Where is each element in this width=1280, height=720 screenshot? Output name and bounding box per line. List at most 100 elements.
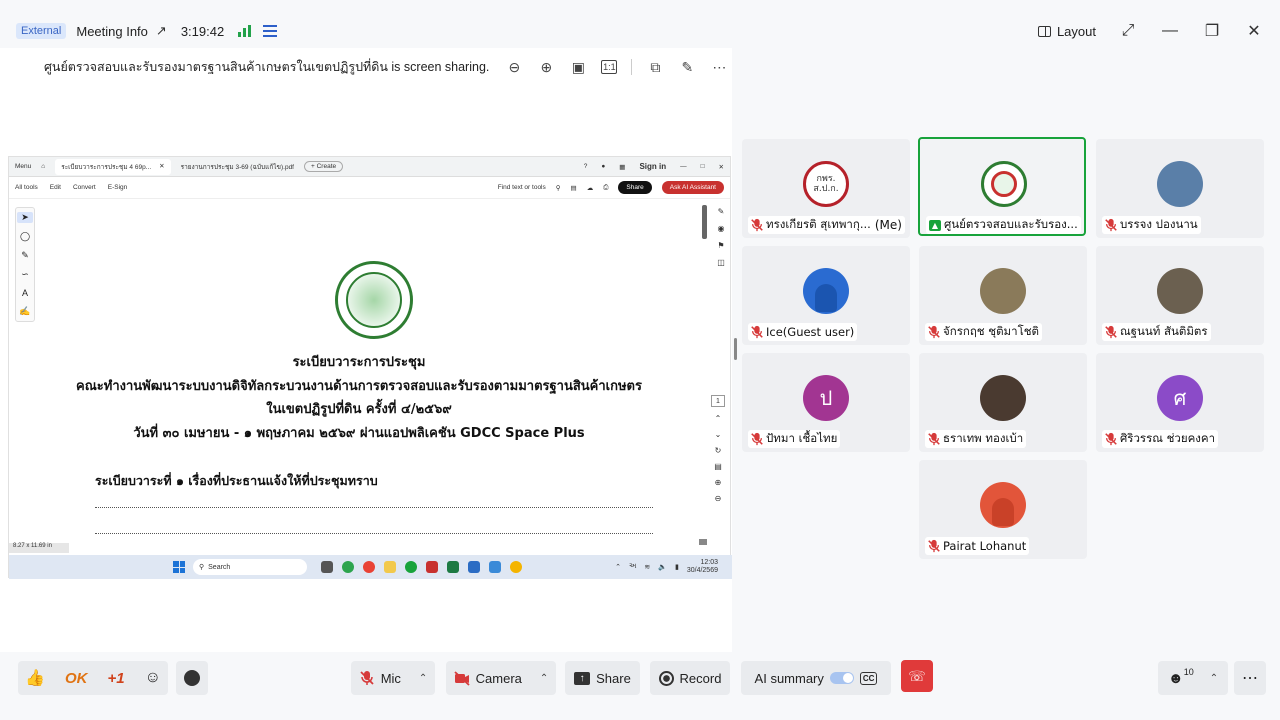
meeting-app-icon[interactable] xyxy=(405,561,417,573)
emoji-icon[interactable]: ☺ xyxy=(145,669,161,687)
share-link-icon[interactable]: ↗ xyxy=(156,23,167,39)
create-button[interactable]: + Create xyxy=(304,161,344,172)
participant-tile[interactable]: Pairat Lohanut xyxy=(919,460,1087,559)
annotate-icon[interactable]: ✎ xyxy=(678,58,696,76)
pdf-tab-active[interactable]: ระเบียบวาระการประชุม 4 69p... ✕ xyxy=(55,158,171,175)
apps-grid-icon[interactable]: ▦ xyxy=(619,163,625,171)
tray-chevron-icon[interactable]: ⌃ xyxy=(615,563,621,571)
print-icon[interactable]: ⎙ xyxy=(603,184,608,192)
participant-tile[interactable]: บรรจง ปองนาน xyxy=(1096,139,1264,238)
participant-tile[interactable]: ณฐนนท์ สันติมิตร xyxy=(1096,246,1264,345)
volume-icon[interactable]: 🔈 xyxy=(658,563,667,571)
pages-icon[interactable]: ◫ xyxy=(717,258,725,267)
participant-tile[interactable]: Ice(Guest user) xyxy=(742,246,910,345)
comment-icon[interactable]: ◯ xyxy=(20,231,30,242)
taskview-icon[interactable] xyxy=(321,561,333,573)
photos-icon[interactable] xyxy=(489,561,501,573)
pdf-tab-inactive[interactable]: รายงานการประชุม 3-69 (ฉบับแก้ไข).pdf xyxy=(181,162,294,172)
ai-assistant-button[interactable]: Ask AI Assistant xyxy=(661,181,724,194)
find-text-button[interactable]: Find text or tools xyxy=(498,184,546,191)
menu-convert[interactable]: Convert xyxy=(73,184,96,191)
more-options-icon[interactable]: ⋯ xyxy=(710,58,728,76)
sign-icon[interactable]: ✍ xyxy=(19,306,30,317)
meeting-details-icon[interactable] xyxy=(263,25,278,37)
participant-tile[interactable]: ศศิริวรรณ ช่วยคงคา xyxy=(1096,353,1264,452)
participant-tile[interactable]: ปปัทมา เชื้อไทย xyxy=(742,353,910,452)
battery-icon[interactable]: ▮ xyxy=(675,563,679,571)
participant-tile[interactable]: กพร. ส.ป.ก. ทรงเกียรติ สุเทพากุ... (Me) xyxy=(742,139,910,238)
browser-icon[interactable] xyxy=(510,561,522,573)
edge-icon[interactable] xyxy=(342,561,354,573)
upload-icon[interactable]: ☁ xyxy=(587,184,594,192)
outlook-icon[interactable] xyxy=(468,561,480,573)
pdf-zoom-out-icon[interactable]: ⊖ xyxy=(715,494,722,503)
ai-summary-toggle[interactable] xyxy=(829,672,854,684)
thumbs-up-icon[interactable]: 👍 xyxy=(25,668,45,688)
text-box-icon[interactable]: A xyxy=(22,288,28,298)
participants-button[interactable]: ☻ 10 ⌃ xyxy=(1158,661,1228,695)
folder-icon[interactable] xyxy=(384,561,396,573)
zoom-in-icon[interactable]: ⊕ xyxy=(537,58,555,76)
language-icon[interactable]: અ xyxy=(629,563,636,571)
restore-icon[interactable]: ❐ xyxy=(1202,21,1222,41)
draw-icon[interactable]: ∽ xyxy=(21,269,29,280)
menu-edit[interactable]: Edit xyxy=(50,184,61,191)
original-size-icon[interactable]: 1:1 xyxy=(601,60,618,74)
share-screen-button[interactable]: ↑ Share xyxy=(565,661,640,695)
edit-pdf-icon[interactable]: ✎ xyxy=(718,207,725,216)
fit-page-icon[interactable]: ▤ xyxy=(714,462,722,471)
search-icon[interactable]: ⚲ xyxy=(556,184,561,192)
camera-button[interactable]: Camera ⌃ xyxy=(446,661,556,695)
fullscreen-icon[interactable]: ⤢ xyxy=(1118,22,1138,40)
select-cursor-icon[interactable]: ➤ xyxy=(17,212,33,223)
save-icon[interactable]: ▤ xyxy=(571,184,577,192)
plus-one-reaction[interactable]: +1 xyxy=(108,670,125,687)
bookmark-icon[interactable]: ⚑ xyxy=(717,241,724,250)
close-icon[interactable]: ✕ xyxy=(1244,21,1264,41)
notifications-icon[interactable]: ● xyxy=(601,163,605,170)
zoom-out-icon[interactable]: ⊖ xyxy=(505,58,523,76)
minimize-icon[interactable]: — xyxy=(1160,22,1180,40)
leave-meeting-button[interactable]: ☏ xyxy=(901,660,933,692)
highlight-icon[interactable]: ✎ xyxy=(21,250,29,261)
layout-button[interactable]: Layout xyxy=(1037,24,1096,39)
acrobat-icon[interactable] xyxy=(426,561,438,573)
menu-all-tools[interactable]: All tools xyxy=(15,184,38,191)
captions-button[interactable]: CC xyxy=(859,671,878,685)
pdf-scroll-thumb[interactable] xyxy=(699,539,707,545)
participant-tile[interactable]: ธราเทพ ทองเบ้า xyxy=(919,353,1087,452)
popout-icon[interactable]: ⧉ xyxy=(646,58,664,76)
help-icon[interactable]: ? xyxy=(584,163,588,170)
participants-options-icon[interactable]: ⌃ xyxy=(1210,673,1218,684)
camera-options-icon[interactable]: ⌃ xyxy=(540,673,548,684)
pdf-menu-button[interactable]: Menu xyxy=(15,163,31,170)
panel-resize-handle[interactable] xyxy=(734,338,737,360)
pdf-zoom-in-icon[interactable]: ⊕ xyxy=(715,478,722,487)
meeting-info-button[interactable]: Meeting Info xyxy=(76,24,148,39)
pdf-share-button[interactable]: Share xyxy=(618,181,652,194)
chat-button[interactable] xyxy=(176,661,208,695)
pdf-restore-icon[interactable]: □ xyxy=(701,163,705,170)
mic-options-icon[interactable]: ⌃ xyxy=(419,673,427,684)
pdf-minimize-icon[interactable]: — xyxy=(680,163,687,170)
participant-tile[interactable]: จักรกฤช ชุติมาโชติ xyxy=(919,246,1087,345)
taskbar-search[interactable]: ⚲ Search xyxy=(193,559,307,575)
pdf-scrollbar[interactable] xyxy=(702,205,707,239)
menu-esign[interactable]: E-Sign xyxy=(108,184,128,191)
participant-tile[interactable]: ▲ ศูนย์ตรวจสอบและรับรอง... xyxy=(918,137,1086,236)
ok-reaction[interactable]: OK xyxy=(65,670,88,687)
windows-start-icon[interactable] xyxy=(173,561,185,573)
chrome-icon[interactable] xyxy=(363,561,375,573)
mic-button[interactable]: Mic ⌃ xyxy=(351,661,435,695)
home-icon[interactable]: ⌂ xyxy=(41,163,45,170)
excel-icon[interactable] xyxy=(447,561,459,573)
tab-close-icon[interactable]: ✕ xyxy=(159,162,164,172)
pdf-close-icon[interactable]: ✕ xyxy=(719,163,724,171)
page-up-icon[interactable]: ⌃ xyxy=(715,414,722,423)
page-down-icon[interactable]: ⌄ xyxy=(715,430,722,439)
fit-window-icon[interactable]: ▣ xyxy=(569,58,587,76)
more-button[interactable]: ⋯ xyxy=(1234,661,1266,695)
record-button[interactable]: Record xyxy=(650,661,730,695)
taskbar-clock[interactable]: 12:03 30/4/2569 xyxy=(687,559,718,575)
rotate-icon[interactable]: ↻ xyxy=(715,446,722,455)
